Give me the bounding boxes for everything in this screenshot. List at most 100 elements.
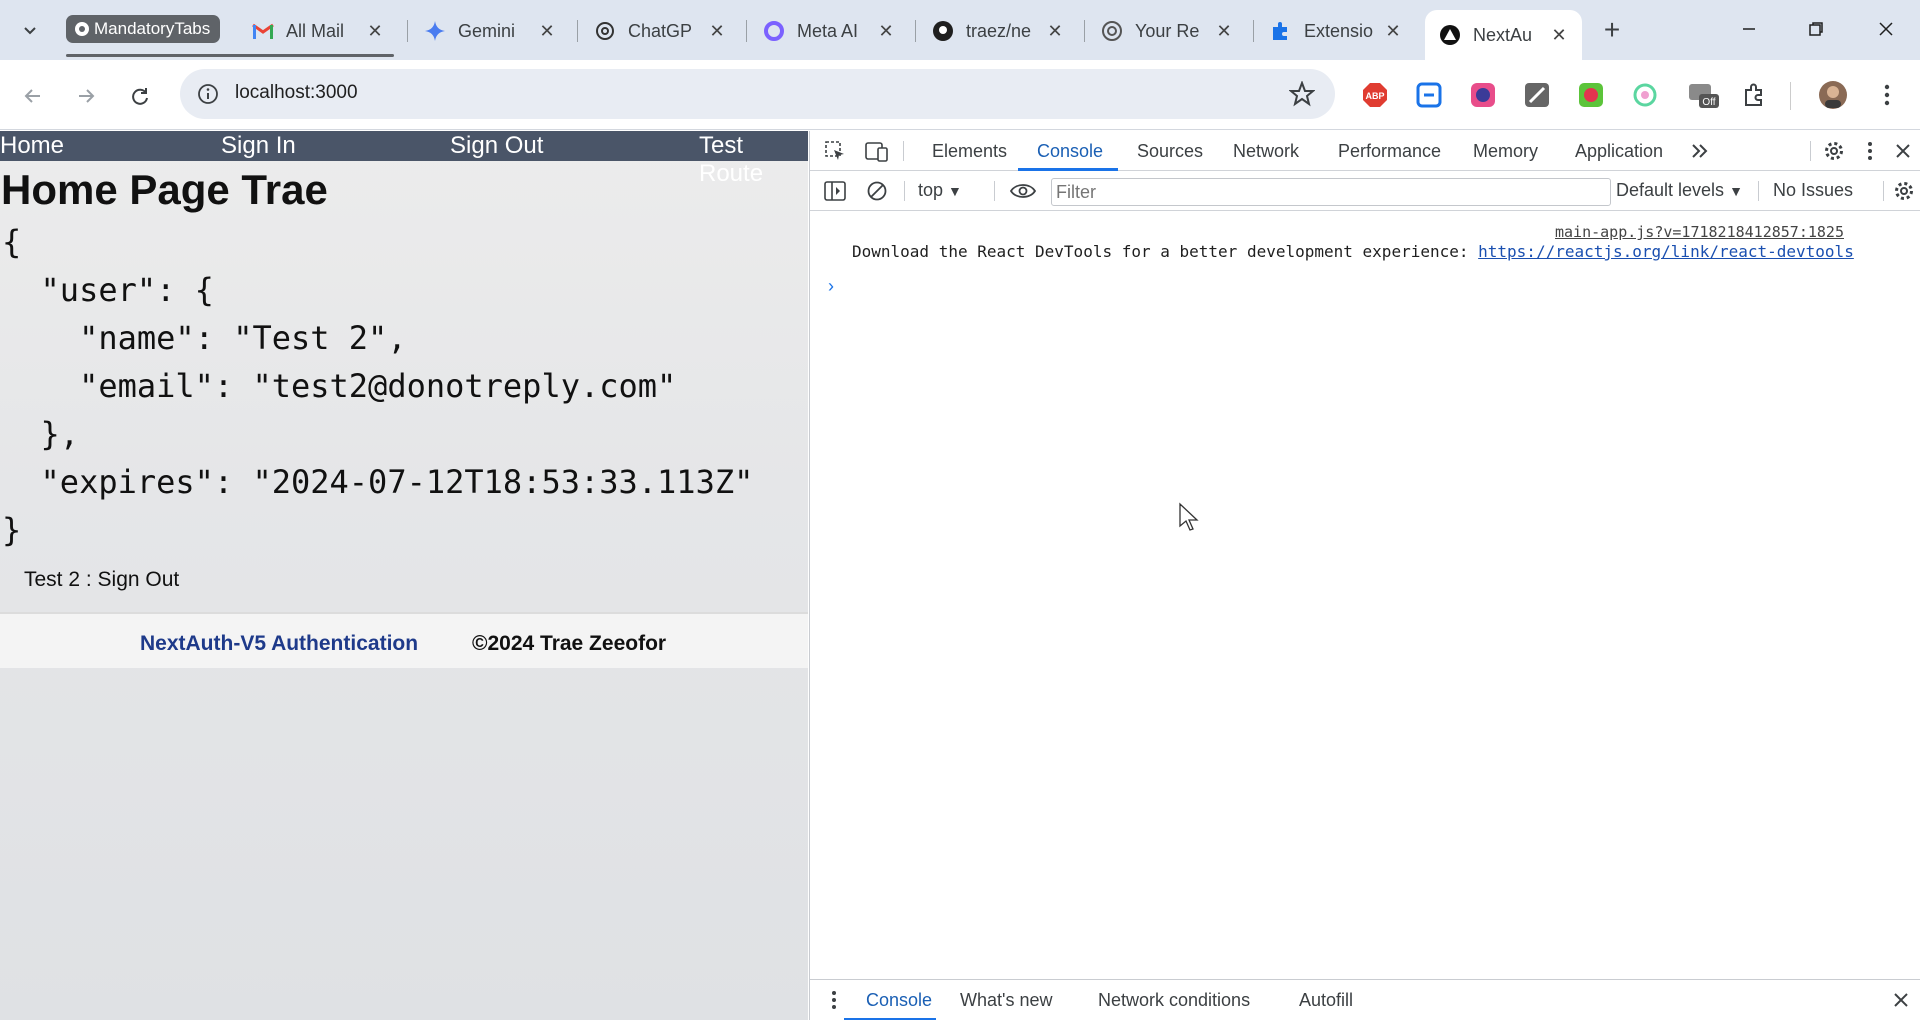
tab-your-re[interactable]: Your Re ✕ xyxy=(1087,10,1247,52)
close-icon[interactable]: ✕ xyxy=(364,20,386,42)
nav-sign-out-link[interactable]: Sign Out xyxy=(450,132,543,160)
extension-circle-icon[interactable] xyxy=(1468,80,1498,110)
back-button[interactable] xyxy=(15,78,51,114)
tab-title: Extensio xyxy=(1304,20,1374,41)
issues-counter[interactable]: No Issues xyxy=(1773,180,1853,201)
more-tabs-icon[interactable] xyxy=(1687,139,1713,163)
log-levels-dropdown[interactable]: Default levels ▼ xyxy=(1616,180,1743,201)
restore-icon xyxy=(1809,22,1823,36)
filter-input[interactable] xyxy=(1051,178,1611,206)
nav-home-link[interactable]: Home xyxy=(0,132,64,160)
extension-swirl-icon[interactable] xyxy=(1630,80,1660,110)
tab-title: Meta AI xyxy=(797,20,859,41)
console-prompt-chevron-icon[interactable]: › xyxy=(828,276,834,297)
console-message: Download the React DevTools for a better… xyxy=(852,242,1854,261)
tab-title: All Mail xyxy=(286,20,345,41)
tab-all-mail[interactable]: All Mail ✕ xyxy=(238,10,398,52)
address-bar[interactable]: localhost:3000 xyxy=(180,69,1335,119)
drawer-tab-autofill[interactable]: Autofill xyxy=(1299,990,1353,1011)
tab-nextauth[interactable]: NextAu ✕ xyxy=(1425,10,1582,60)
tab-title: NextAu xyxy=(1473,24,1533,45)
adblock-icon[interactable]: ABP xyxy=(1360,80,1390,110)
console-message-link[interactable]: https://reactjs.org/link/react-devtools xyxy=(1478,242,1854,261)
close-icon[interactable]: ✕ xyxy=(1044,20,1066,42)
footer-link[interactable]: NextAuth-V5 Authentication xyxy=(140,632,418,656)
extension-green-icon[interactable] xyxy=(1576,80,1606,110)
close-icon[interactable]: ✕ xyxy=(1382,20,1404,42)
arrow-right-icon xyxy=(79,89,95,103)
close-window-button[interactable] xyxy=(1858,8,1914,50)
close-icon[interactable]: ✕ xyxy=(706,20,728,42)
caret-down-icon: ▼ xyxy=(948,183,962,199)
drawer-tab-network-conditions[interactable]: Network conditions xyxy=(1098,990,1250,1011)
close-devtools-icon[interactable] xyxy=(1890,139,1916,163)
extension-g-icon[interactable] xyxy=(1414,80,1444,110)
page-footer: NextAuth-V5 Authentication ©2024 Trae Ze… xyxy=(0,612,808,668)
extension-off-icon[interactable]: Off xyxy=(1686,80,1722,110)
inspect-element-icon[interactable] xyxy=(822,139,848,163)
bookmark-star-icon[interactable] xyxy=(1289,81,1315,107)
tab-title: traez/ne xyxy=(966,20,1032,41)
tab-application[interactable]: Application xyxy=(1575,141,1663,162)
minimize-button[interactable] xyxy=(1721,8,1777,50)
url-text[interactable]: localhost:3000 xyxy=(235,82,358,104)
tab-sources[interactable]: Sources xyxy=(1137,141,1203,162)
new-tab-button[interactable]: + xyxy=(1596,14,1628,46)
eye-icon[interactable] xyxy=(1010,179,1036,203)
tab-extensions[interactable]: Extensio ✕ xyxy=(1256,10,1416,52)
tab-performance[interactable]: Performance xyxy=(1338,141,1441,162)
console-message-text: Download the React DevTools for a better… xyxy=(852,242,1479,261)
devtools-panel: Elements Console Sources Network Perform… xyxy=(809,131,1920,1020)
console-source-link[interactable]: main-app.js?v=1718218412857:1825 xyxy=(1555,223,1844,241)
nav-sign-in-link[interactable]: Sign In xyxy=(221,132,296,160)
meta-ai-icon xyxy=(763,20,785,42)
site-info-icon[interactable] xyxy=(194,80,222,108)
tab-title: ChatGP xyxy=(628,20,693,41)
avatar[interactable] xyxy=(1818,80,1848,110)
tab-group-chip[interactable]: MandatoryTabs xyxy=(66,15,221,43)
forward-button[interactable] xyxy=(68,78,104,114)
browser-menu-icon[interactable] xyxy=(1872,80,1902,110)
drawer-menu-icon[interactable] xyxy=(821,988,847,1012)
nav-test-route-link[interactable]: Test Route xyxy=(699,132,808,188)
device-toolbar-icon[interactable] xyxy=(864,139,890,163)
close-drawer-icon[interactable] xyxy=(1888,988,1914,1012)
tab-chatgpt[interactable]: ChatGP ✕ xyxy=(580,10,740,52)
extension-pen-icon[interactable] xyxy=(1522,80,1552,110)
close-icon[interactable]: ✕ xyxy=(1213,20,1235,42)
sidebar-toggle-icon[interactable] xyxy=(822,179,848,203)
gemini-icon xyxy=(424,20,446,42)
tab-network[interactable]: Network xyxy=(1233,141,1299,162)
log-levels-label: Default levels xyxy=(1616,180,1725,200)
tab-search-button[interactable] xyxy=(10,12,50,48)
console-settings-gear-icon[interactable] xyxy=(1891,179,1917,203)
mouse-cursor-icon xyxy=(1179,502,1199,531)
context-selector[interactable]: top ▼ xyxy=(918,180,962,201)
restore-button[interactable] xyxy=(1788,8,1844,50)
drawer-tab-whats-new[interactable]: What's new xyxy=(960,990,1052,1011)
close-icon[interactable]: ✕ xyxy=(536,20,558,42)
close-icon xyxy=(1879,22,1893,36)
reload-button[interactable] xyxy=(122,78,158,114)
tab-meta-ai[interactable]: Meta AI ✕ xyxy=(749,10,909,52)
tab-github[interactable]: traez/ne ✕ xyxy=(918,10,1078,52)
minimize-icon xyxy=(1743,28,1755,30)
clear-console-icon[interactable] xyxy=(864,179,890,203)
tab-elements[interactable]: Elements xyxy=(932,141,1007,162)
svg-text:Off: Off xyxy=(1702,97,1715,108)
github-icon xyxy=(932,20,954,42)
web-page: Home Sign In Sign Out Test Route Home Pa… xyxy=(0,131,808,1020)
footer-copyright: ©2024 Trae Zeeofor xyxy=(472,632,667,655)
settings-gear-icon[interactable] xyxy=(1821,139,1847,163)
close-icon[interactable]: ✕ xyxy=(875,20,897,42)
close-icon[interactable]: ✕ xyxy=(1548,24,1570,46)
chevron-down-icon xyxy=(24,27,36,35)
tab-strip: MandatoryTabs All Mail ✕ Gemini ✕ ChatGP… xyxy=(0,0,1920,60)
extensions-puzzle-icon[interactable] xyxy=(1740,80,1770,110)
tab-memory[interactable]: Memory xyxy=(1473,141,1538,162)
devtools-menu-icon[interactable] xyxy=(1857,139,1883,163)
tab-console[interactable]: Console xyxy=(1037,141,1103,162)
tab-title: Your Re xyxy=(1135,20,1200,41)
tab-gemini[interactable]: Gemini ✕ xyxy=(410,10,570,52)
drawer-tab-console[interactable]: Console xyxy=(866,990,932,1011)
